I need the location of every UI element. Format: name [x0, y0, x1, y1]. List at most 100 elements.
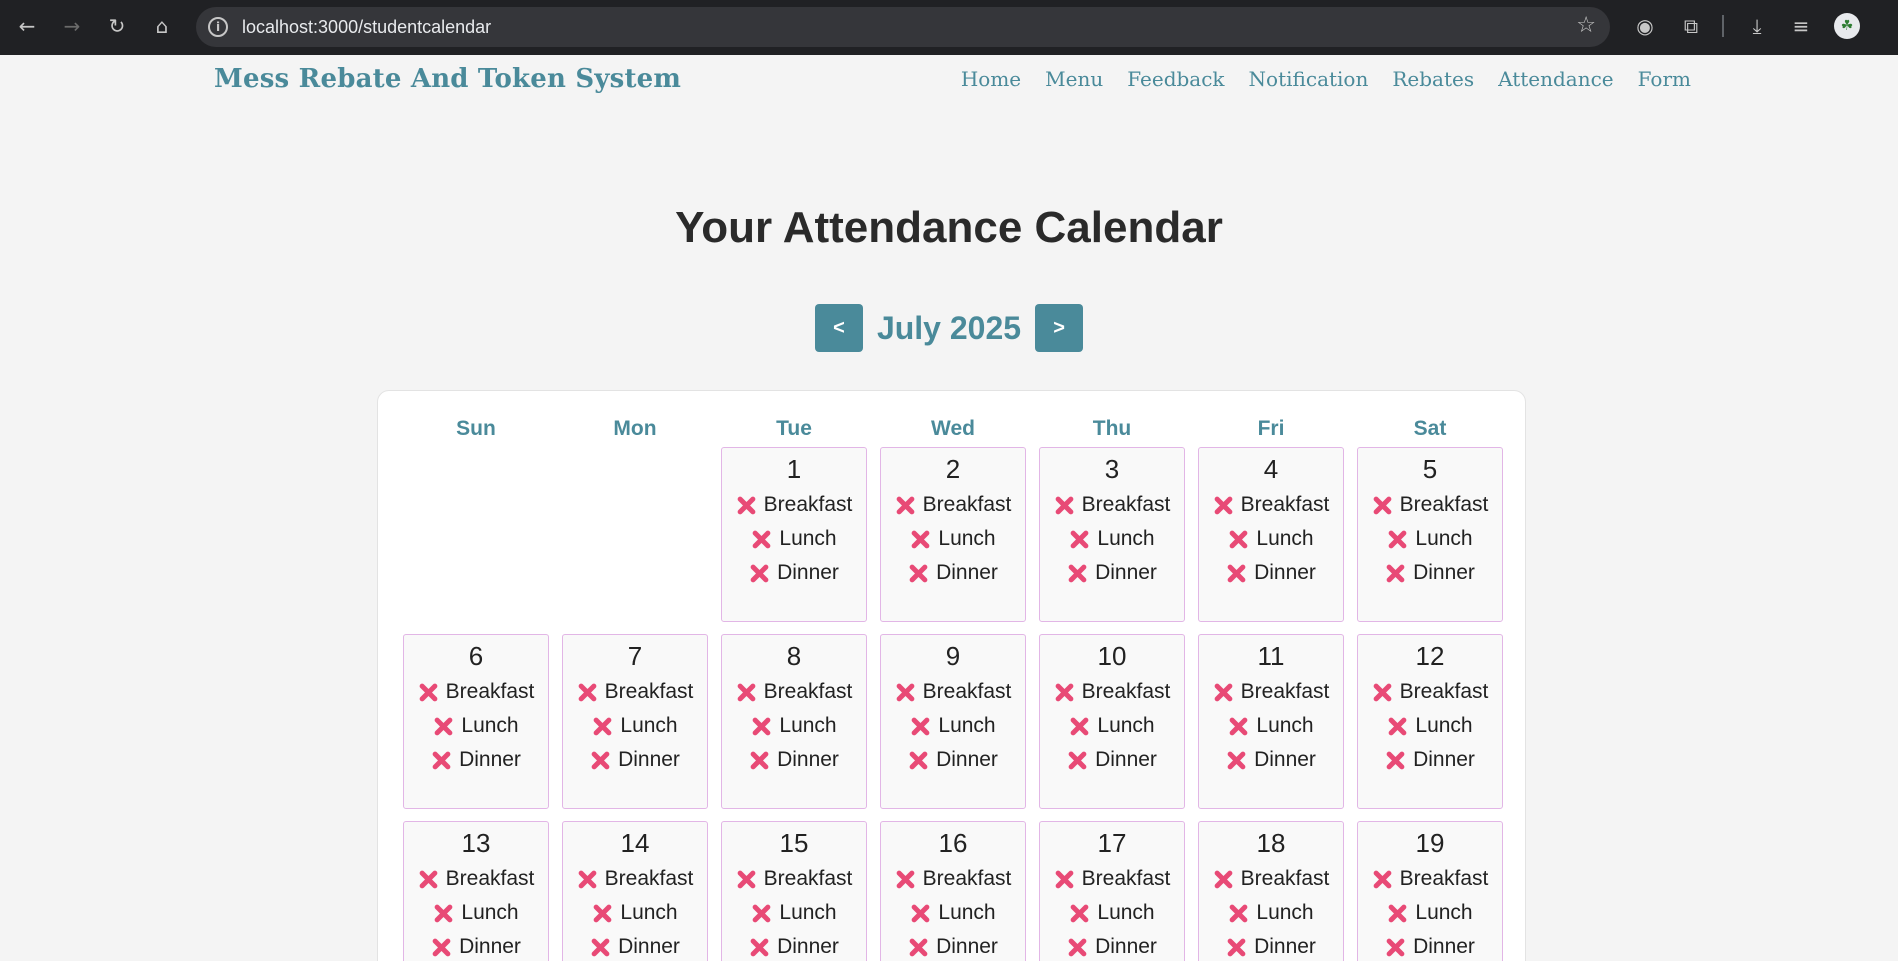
meal-row: Breakfast — [1040, 488, 1184, 522]
day-number: 13 — [461, 828, 491, 858]
cross-icon — [431, 937, 451, 957]
meal-row: Breakfast — [881, 488, 1025, 522]
nav-link-form[interactable]: Form — [1638, 67, 1691, 91]
media-control-icon[interactable]: ≡ — [1786, 11, 1816, 41]
cross-icon — [1067, 750, 1087, 770]
day-cell[interactable]: 10 Breakfast Lunch Dinner — [1039, 634, 1185, 809]
day-cell[interactable]: 6 Breakfast Lunch Dinner — [403, 634, 549, 809]
nav-link-attendance[interactable]: Attendance — [1498, 67, 1614, 91]
nav-link-notification[interactable]: Notification — [1249, 67, 1369, 91]
meal-label: Dinner — [936, 935, 998, 958]
meal-label: Dinner — [1413, 748, 1475, 771]
day-cell[interactable]: 16 Breakfast Lunch Dinner — [880, 821, 1026, 961]
day-cell[interactable]: 4 Breakfast Lunch Dinner — [1198, 447, 1344, 622]
meal-row: Lunch — [1040, 709, 1184, 743]
meal-row: Dinner — [404, 743, 548, 777]
day-cell[interactable]: 5 Breakfast Lunch Dinner — [1357, 447, 1503, 622]
meal-row: Dinner — [722, 556, 866, 590]
prev-month-button[interactable]: < — [814, 304, 863, 352]
day-cell[interactable]: 1 Breakfast Lunch Dinner — [721, 447, 867, 622]
day-cell[interactable]: 9 Breakfast Lunch Dinner — [880, 634, 1026, 809]
day-cell[interactable]: 8 Breakfast Lunch Dinner — [721, 634, 867, 809]
meal-label: Lunch — [779, 714, 837, 737]
meal-row: Dinner — [1358, 930, 1502, 961]
day-cell[interactable]: 11 Breakfast Lunch Dinner — [1198, 634, 1344, 809]
meal-label: Breakfast — [1399, 680, 1489, 703]
empty-day-cell — [403, 447, 549, 622]
reload-icon[interactable]: ↻ — [102, 11, 132, 41]
day-number: 9 — [945, 641, 961, 671]
day-cell[interactable]: 7 Breakfast Lunch Dinner — [562, 634, 708, 809]
home-icon[interactable]: ⌂ — [147, 11, 177, 41]
meal-row: Breakfast — [404, 862, 548, 896]
meal-row: Lunch — [1040, 896, 1184, 930]
nav-link-home[interactable]: Home — [961, 67, 1021, 91]
site-info-icon[interactable]: i — [208, 17, 228, 37]
meal-row: Dinner — [881, 930, 1025, 961]
meal-row: Breakfast — [1358, 488, 1502, 522]
meal-label: Dinner — [1254, 935, 1316, 958]
cross-icon — [910, 529, 930, 549]
day-cell[interactable]: 2 Breakfast Lunch Dinner — [880, 447, 1026, 622]
meal-row: Dinner — [1040, 930, 1184, 961]
cross-icon — [1226, 937, 1246, 957]
meal-label: Breakfast — [763, 680, 853, 703]
meal-row: Lunch — [1358, 522, 1502, 556]
nav-link-menu[interactable]: Menu — [1045, 67, 1103, 91]
meal-row: Dinner — [1358, 743, 1502, 777]
meal-label: Lunch — [1415, 901, 1473, 924]
day-cell[interactable]: 18 Breakfast Lunch Dinner — [1198, 821, 1344, 961]
meal-label: Breakfast — [1399, 493, 1489, 516]
cookie-extension-icon[interactable]: ◉ — [1630, 11, 1660, 41]
address-bar[interactable]: i localhost:3000/studentcalendar ☆ — [196, 7, 1610, 47]
nav-link-rebates[interactable]: Rebates — [1392, 67, 1474, 91]
day-number: 3 — [1104, 454, 1120, 484]
cross-icon — [749, 563, 769, 583]
next-month-button[interactable]: > — [1035, 304, 1084, 352]
day-cell[interactable]: 14 Breakfast Lunch Dinner — [562, 821, 708, 961]
nav-link-feedback[interactable]: Feedback — [1127, 67, 1224, 91]
day-number: 18 — [1256, 828, 1286, 858]
cross-icon — [1228, 903, 1248, 923]
meal-row: Breakfast — [563, 675, 707, 709]
meal-label: Breakfast — [1081, 867, 1171, 890]
meal-label: Dinner — [1413, 561, 1475, 584]
cross-icon — [1385, 750, 1405, 770]
meal-label: Lunch — [938, 901, 996, 924]
back-arrow-icon[interactable]: ← — [12, 11, 42, 41]
profile-avatar[interactable]: ☘ — [1834, 13, 1860, 39]
day-number: 6 — [468, 641, 484, 671]
weekday-label: Tue — [776, 417, 812, 440]
cross-icon — [749, 750, 769, 770]
bookmark-star-icon[interactable]: ☆ — [1576, 13, 1596, 38]
url-text[interactable]: localhost:3000/studentcalendar — [242, 17, 491, 38]
cross-icon — [1213, 869, 1233, 889]
download-icon[interactable]: ⤓ — [1742, 11, 1772, 41]
day-number: 8 — [786, 641, 802, 671]
extensions-puzzle-icon[interactable]: ⧉ — [1676, 11, 1706, 41]
meal-label: Dinner — [618, 935, 680, 958]
meal-row: Lunch — [1199, 896, 1343, 930]
meal-label: Dinner — [459, 748, 521, 771]
meal-label: Lunch — [1256, 714, 1314, 737]
day-cell[interactable]: 17 Breakfast Lunch Dinner — [1039, 821, 1185, 961]
day-cell[interactable]: 12 Breakfast Lunch Dinner — [1357, 634, 1503, 809]
cross-icon — [1213, 495, 1233, 515]
day-cell[interactable]: 19 Breakfast Lunch Dinner — [1357, 821, 1503, 961]
site-brand[interactable]: Mess Rebate And Token System — [214, 64, 681, 94]
meal-row: Dinner — [1199, 743, 1343, 777]
site-navbar: Mess Rebate And Token System Home Menu F… — [0, 55, 1898, 105]
meal-label: Dinner — [1095, 748, 1157, 771]
day-cell[interactable]: 13 Breakfast Lunch Dinner — [403, 821, 549, 961]
weekday-label: Sun — [456, 417, 496, 440]
day-cell[interactable]: 3 Breakfast Lunch Dinner — [1039, 447, 1185, 622]
cross-icon — [1228, 716, 1248, 736]
day-cell[interactable]: 15 Breakfast Lunch Dinner — [721, 821, 867, 961]
cross-icon — [577, 869, 597, 889]
cross-icon — [910, 716, 930, 736]
meal-row: Breakfast — [404, 675, 548, 709]
cross-icon — [1054, 682, 1074, 702]
meal-row: Lunch — [881, 896, 1025, 930]
forward-arrow-icon[interactable]: → — [57, 11, 87, 41]
cross-icon — [1067, 937, 1087, 957]
